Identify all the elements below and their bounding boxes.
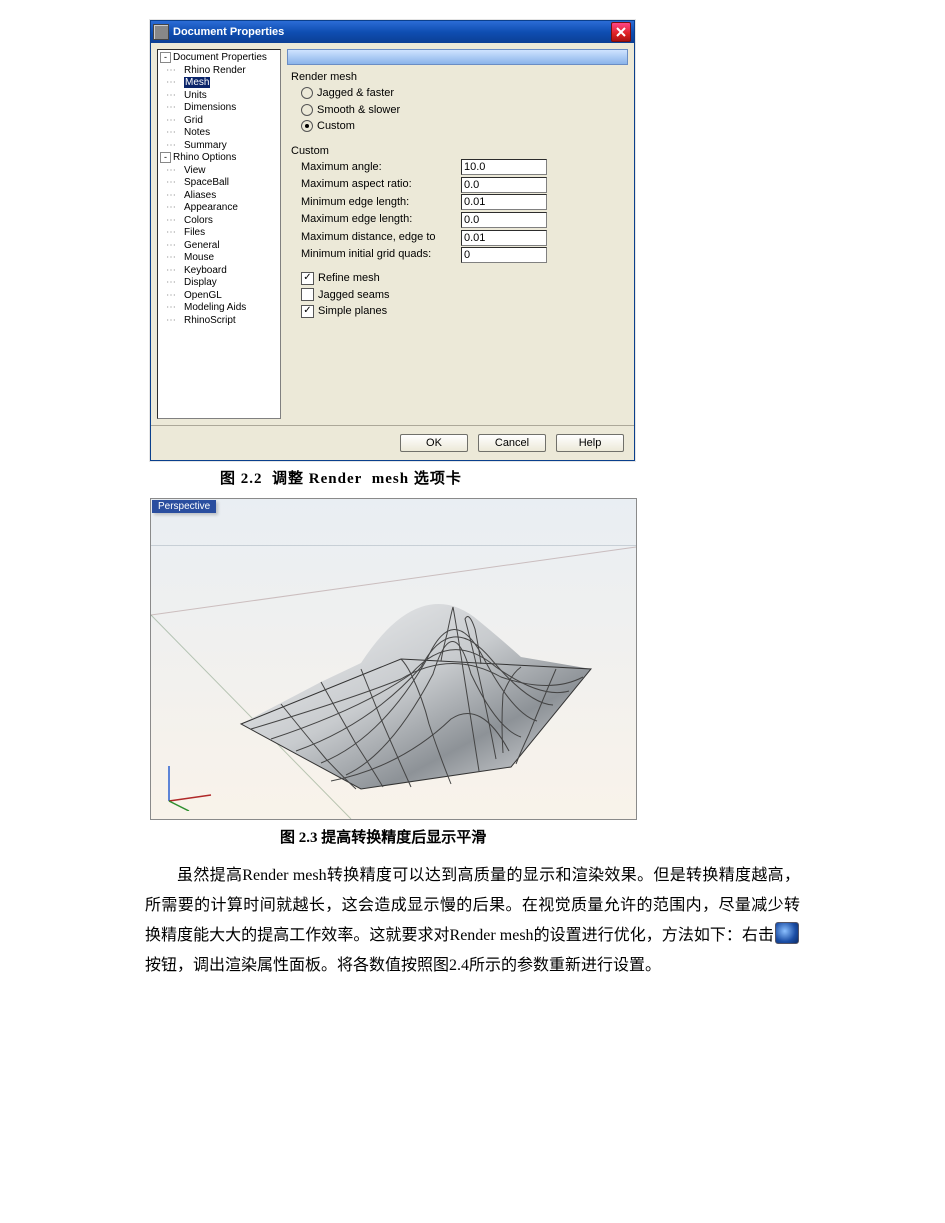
checkbox-icon: ✓ <box>301 272 314 285</box>
radio-jagged-faster[interactable]: Jagged & faster <box>301 85 624 102</box>
close-button[interactable] <box>611 22 631 42</box>
tree-item-grid[interactable]: ⋯Grid <box>158 115 280 128</box>
input-max-dist[interactable] <box>461 230 547 246</box>
field-max-dist: Maximum distance, edge to <box>301 229 624 247</box>
dialog-titlebar: Document Properties <box>151 21 634 43</box>
input-min-edge[interactable] <box>461 194 547 210</box>
tree-item-keyboard[interactable]: ⋯Keyboard <box>158 265 280 278</box>
mesh-surface <box>151 499 636 819</box>
tree-root-label: Document Properties <box>173 52 267 63</box>
tree-item-dimensions[interactable]: ⋯Dimensions <box>158 102 280 115</box>
check-refine-mesh[interactable]: ✓ Refine mesh <box>301 270 624 287</box>
radio-icon <box>301 104 313 116</box>
radio-icon <box>301 120 313 132</box>
figure-caption-2-3: 图 2.3 提高转换精度后显示平滑 <box>280 826 945 847</box>
header-gradient-bar <box>287 49 628 65</box>
cancel-button[interactable]: Cancel <box>478 434 546 452</box>
tree-item-rhinoscript[interactable]: ⋯RhinoScript <box>158 315 280 328</box>
radio-icon <box>301 87 313 99</box>
perspective-viewport: Perspective <box>150 498 637 820</box>
dialog-button-bar: OK Cancel Help <box>151 425 634 460</box>
tree-item-general[interactable]: ⋯General <box>158 240 280 253</box>
radio-smooth-slower[interactable]: Smooth & slower <box>301 102 624 119</box>
tree-item-display[interactable]: ⋯Display <box>158 277 280 290</box>
collapse-icon[interactable]: - <box>160 52 171 63</box>
field-min-edge: Minimum edge length: <box>301 194 624 212</box>
tree-item-view[interactable]: ⋯View <box>158 165 280 178</box>
input-max-aspect[interactable] <box>461 177 547 193</box>
tree-root-label: Rhino Options <box>173 152 236 163</box>
dialog-title: Document Properties <box>173 26 284 38</box>
tree-item-aliases[interactable]: ⋯Aliases <box>158 190 280 203</box>
tree-item-spaceball[interactable]: ⋯SpaceBall <box>158 177 280 190</box>
field-max-angle: Maximum angle: <box>301 159 624 177</box>
tree-item-summary[interactable]: ⋯Summary <box>158 140 280 153</box>
para-text-a: 虽然提高Render mesh转换精度可以达到高质量的显示和渲染效果。但是转换精… <box>145 867 800 944</box>
viewport-axes-icon <box>159 751 219 811</box>
figure-caption-2-2: 图 2.2 调整 Render mesh 选项卡 <box>220 467 945 488</box>
field-max-edge: Maximum edge length: <box>301 211 624 229</box>
help-button[interactable]: Help <box>556 434 624 452</box>
custom-heading: Custom <box>291 145 624 157</box>
field-min-quads: Minimum initial grid quads: <box>301 246 624 264</box>
checkbox-icon: ✓ <box>301 305 314 318</box>
ok-button[interactable]: OK <box>400 434 468 452</box>
render-mesh-heading: Render mesh <box>291 71 624 83</box>
dialog-document-properties: Document Properties -Document Properties… <box>150 20 635 461</box>
mesh-options-panel: Render mesh Jagged & faster Smooth & slo… <box>287 49 628 419</box>
tree-item-modeling-aids[interactable]: ⋯Modeling Aids <box>158 302 280 315</box>
input-min-quads[interactable] <box>461 247 547 263</box>
options-tree[interactable]: -Document Properties ⋯Rhino Render ⋯Mesh… <box>157 49 281 419</box>
render-sphere-icon <box>775 922 799 944</box>
input-max-angle[interactable] <box>461 159 547 175</box>
para-text-b: 按钮，调出渲染属性面板。将各数值按照图2.4所示的参数重新进行设置。 <box>145 957 661 974</box>
collapse-icon[interactable]: - <box>160 152 171 163</box>
close-icon <box>616 27 626 37</box>
check-jagged-seams[interactable]: Jagged seams <box>301 287 624 304</box>
tree-item-opengl[interactable]: ⋯OpenGL <box>158 290 280 303</box>
radio-custom[interactable]: Custom <box>301 118 624 135</box>
field-max-aspect: Maximum aspect ratio: <box>301 176 624 194</box>
input-max-edge[interactable] <box>461 212 547 228</box>
check-simple-planes[interactable]: ✓ Simple planes <box>301 303 624 320</box>
tree-item-mouse[interactable]: ⋯Mouse <box>158 252 280 265</box>
tree-item-mesh[interactable]: ⋯Mesh <box>158 77 280 90</box>
app-icon <box>153 24 169 40</box>
tree-item-rhino-render[interactable]: ⋯Rhino Render <box>158 65 280 78</box>
tree-item-files[interactable]: ⋯Files <box>158 227 280 240</box>
tree-item-units[interactable]: ⋯Units <box>158 90 280 103</box>
checkbox-icon <box>301 288 314 301</box>
tree-item-notes[interactable]: ⋯Notes <box>158 127 280 140</box>
tree-item-appearance[interactable]: ⋯Appearance <box>158 202 280 215</box>
body-paragraph: 虽然提高Render mesh转换精度可以达到高质量的显示和渲染效果。但是转换精… <box>145 861 800 981</box>
tree-item-colors[interactable]: ⋯Colors <box>158 215 280 228</box>
tree-node-docprops[interactable]: -Document Properties <box>158 52 280 65</box>
tree-node-rhino-options[interactable]: -Rhino Options <box>158 152 280 165</box>
